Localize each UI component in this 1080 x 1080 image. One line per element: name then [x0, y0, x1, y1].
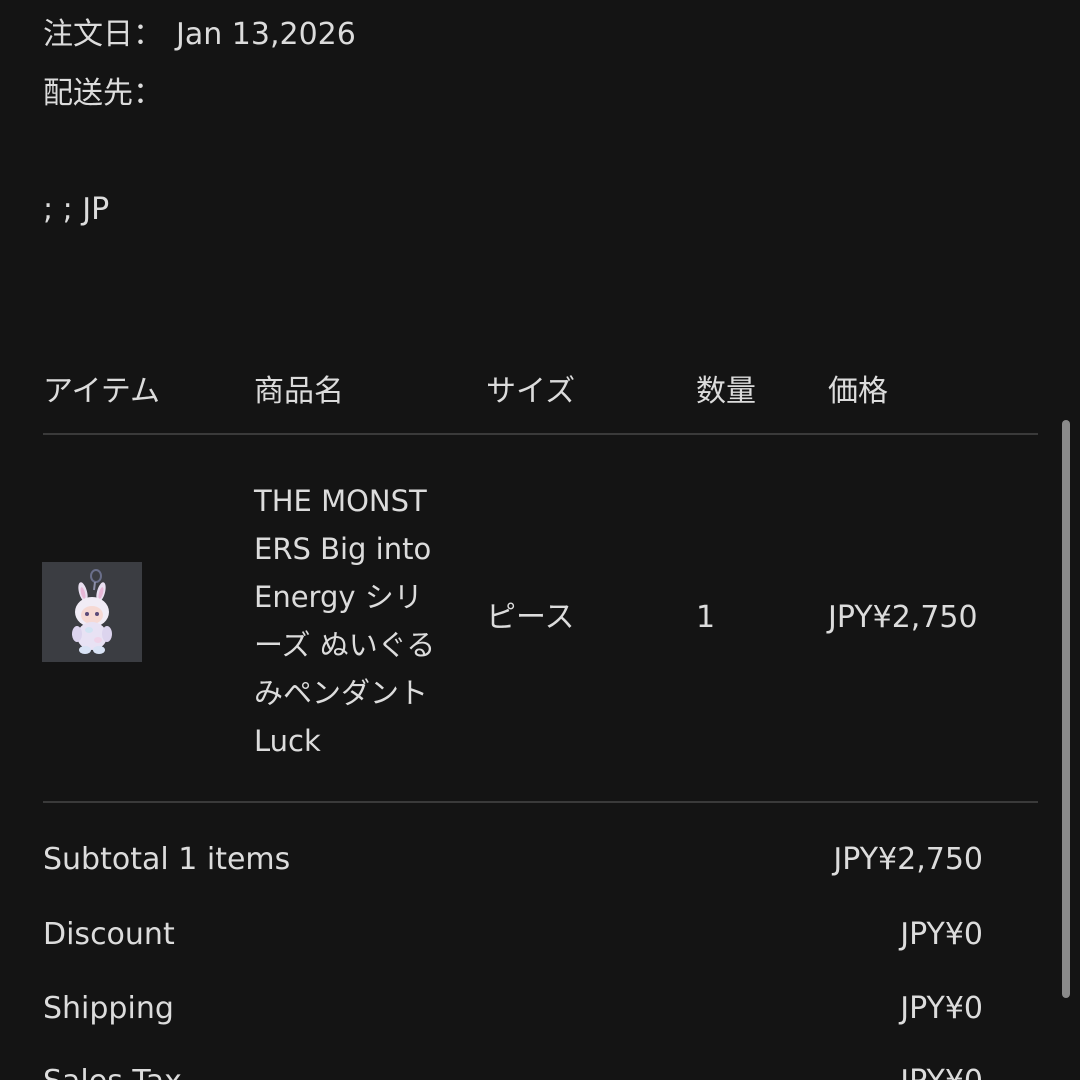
subtotal-value: JPY¥2,750: [833, 842, 983, 877]
order-date-label: 注文日：: [43, 17, 163, 52]
product-price: JPY¥2,750: [828, 600, 978, 635]
shipping-cost-value: JPY¥0: [900, 991, 983, 1026]
column-header-item: アイテム: [43, 374, 160, 409]
column-header-size: サイズ: [486, 374, 576, 409]
sales-tax-label: Sales Tax: [43, 1064, 182, 1080]
order-date-value: Jan 13,2026: [176, 17, 356, 52]
discount-label: Discount: [43, 917, 175, 952]
scrollbar-thumb[interactable]: [1062, 420, 1070, 998]
discount-value: JPY¥0: [900, 917, 983, 952]
product-quantity: 1: [696, 600, 716, 635]
plush-pendant-thumbnail[interactable]: [42, 562, 142, 662]
shipping-address-label: 配送先：: [43, 76, 163, 111]
product-name[interactable]: THE MONST ERS Big into Energy シリ ーズ ぬいぐる…: [254, 477, 454, 765]
subtotal-label: Subtotal 1 items: [43, 842, 291, 877]
table-header-divider: [43, 433, 1038, 435]
shipping-address-value: ; ; JP: [43, 192, 110, 227]
table-footer-divider: [43, 801, 1038, 803]
column-header-price: 価格: [828, 374, 888, 409]
sales-tax-value: JPY¥0: [900, 1064, 983, 1080]
column-header-product-name: 商品名: [254, 374, 344, 409]
plush-pendant-icon: [72, 569, 112, 654]
shipping-cost-label: Shipping: [43, 991, 174, 1026]
product-size: ピース: [486, 600, 575, 635]
column-header-quantity: 数量: [696, 374, 756, 409]
